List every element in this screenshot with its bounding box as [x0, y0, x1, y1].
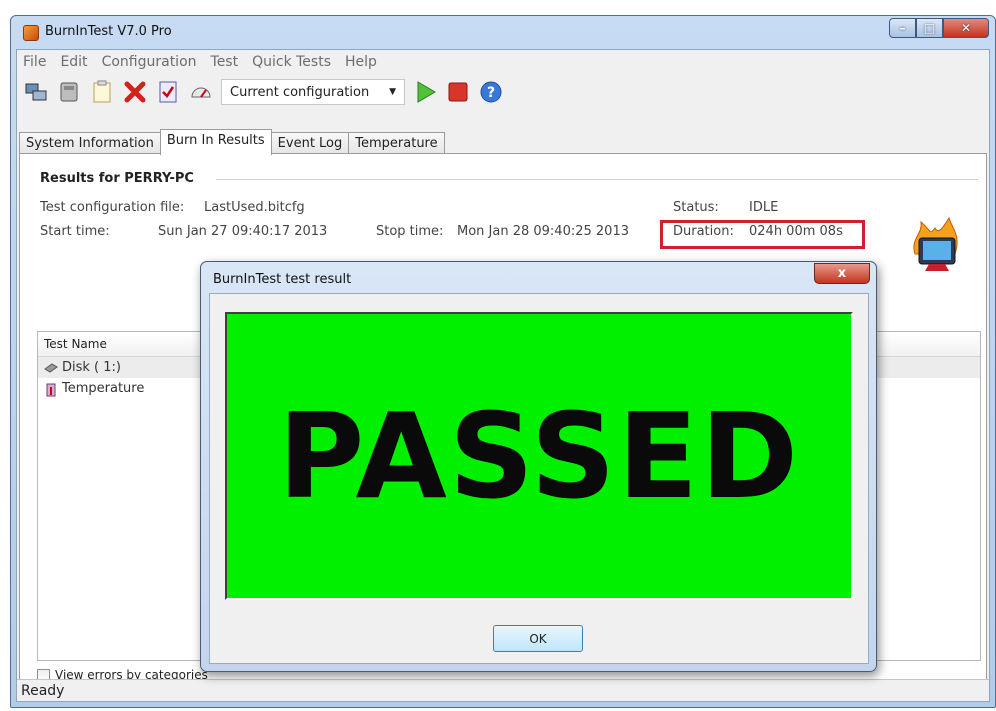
- menu-test[interactable]: Test: [211, 54, 239, 70]
- status-bar: Ready: [17, 679, 989, 701]
- result-dialog: BurnInTest test result x PASSED OK: [200, 261, 877, 672]
- stop-time-value: Mon Jan 28 09:40:25 2013: [457, 224, 629, 239]
- config-file-value: LastUsed.bitcfg: [204, 200, 305, 215]
- thermometer-icon: [44, 383, 58, 396]
- play-icon[interactable]: [412, 79, 438, 105]
- results-heading: Results for PERRY-PC: [40, 171, 194, 186]
- menu-bar: File Edit Configuration Test Quick Tests…: [17, 50, 989, 74]
- clipboard-icon[interactable]: [89, 79, 115, 105]
- window-title: BurnInTest V7.0 Pro: [45, 24, 172, 39]
- duration-value: 024h 00m 08s: [749, 224, 843, 239]
- help-icon[interactable]: ?: [478, 79, 504, 105]
- maximize-button[interactable]: □: [916, 18, 943, 38]
- tab-burn-in-results[interactable]: Burn In Results: [159, 129, 272, 155]
- gauge-icon[interactable]: [188, 79, 214, 105]
- app-icon: [23, 25, 39, 41]
- chevron-down-icon: ▼: [389, 87, 396, 97]
- disk-icon: [44, 362, 58, 374]
- configuration-dropdown-value: Current configuration: [230, 84, 370, 100]
- result-panel: PASSED: [225, 312, 853, 600]
- stop-time-label: Stop time:: [376, 224, 444, 239]
- list-item-label: Temperature: [62, 381, 145, 396]
- start-time-value: Sun Jan 27 09:40:17 2013: [158, 224, 328, 239]
- list-item-label: Disk ( 1:): [62, 360, 121, 375]
- status-value: IDLE: [749, 200, 779, 215]
- disk-icon[interactable]: [56, 79, 82, 105]
- configuration-dropdown[interactable]: Current configuration ▼: [221, 79, 405, 105]
- minimize-button[interactable]: –: [889, 18, 916, 38]
- stop-icon[interactable]: [445, 79, 471, 105]
- dialog-body: PASSED OK: [209, 293, 869, 664]
- menu-file[interactable]: File: [23, 54, 46, 70]
- tab-system-information[interactable]: System Information: [19, 132, 161, 155]
- close-button[interactable]: ✕: [943, 18, 989, 38]
- dialog-close-button[interactable]: x: [814, 263, 870, 284]
- ok-button[interactable]: OK: [493, 625, 583, 652]
- config-file-label: Test configuration file:: [40, 200, 185, 215]
- window-controls: – □ ✕: [889, 18, 989, 38]
- menu-help[interactable]: Help: [345, 54, 377, 70]
- tab-event-log[interactable]: Event Log: [270, 132, 350, 155]
- tab-strip: System Information Burn In Results Event…: [19, 129, 445, 155]
- dialog-title: BurnInTest test result: [213, 272, 352, 287]
- network-icon[interactable]: [23, 79, 49, 105]
- duration-label: Duration:: [673, 224, 734, 239]
- menu-edit[interactable]: Edit: [60, 54, 87, 70]
- close-icon: x: [837, 266, 847, 281]
- start-time-label: Start time:: [40, 224, 110, 239]
- svg-text:?: ?: [487, 85, 495, 101]
- burnin-logo-icon: [905, 214, 965, 274]
- status-label: Status:: [673, 200, 719, 215]
- checklist-icon[interactable]: [155, 79, 181, 105]
- menu-quick-tests[interactable]: Quick Tests: [252, 54, 331, 70]
- divider: [216, 179, 978, 180]
- menu-configuration[interactable]: Configuration: [102, 54, 197, 70]
- result-text: PASSED: [277, 387, 801, 525]
- toolbar: Current configuration ▼ ?: [17, 74, 989, 110]
- tab-temperature[interactable]: Temperature: [348, 132, 445, 155]
- delete-icon[interactable]: [122, 79, 148, 105]
- title-bar[interactable]: BurnInTest V7.0 Pro – □ ✕: [11, 16, 995, 46]
